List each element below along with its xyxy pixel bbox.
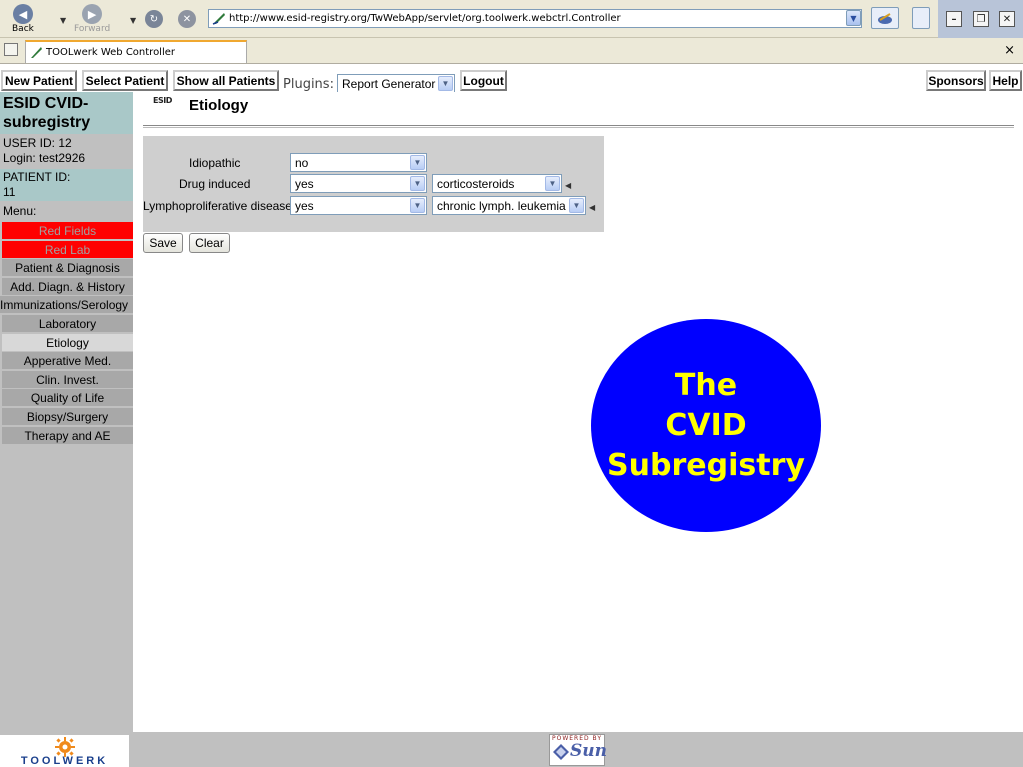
etiology-form: Idiopathic no ▼ Drug induced yes ▼ corti…: [143, 136, 604, 232]
drug-induced-select[interactable]: yes ▼: [290, 174, 427, 193]
tab-bar: TOOLwerk Web Controller ×: [0, 38, 1023, 64]
forward-history-icon[interactable]: ▼: [130, 16, 136, 25]
menu-label: Menu:: [3, 204, 37, 218]
browser-toolbar: ◀ Back ▼ ▶ Forward ▼ ↻ ✕ http://www.esid…: [0, 0, 1023, 38]
drug-detail-select[interactable]: corticosteroids ▼: [432, 174, 562, 193]
minimize-icon[interactable]: –: [946, 11, 962, 27]
banner-line3: Subregistry: [607, 447, 805, 483]
refresh-icon[interactable]: ↻: [145, 10, 163, 28]
sidebar-item-patient-diagnosis[interactable]: Patient & Diagnosis: [2, 259, 133, 276]
select-patient-button[interactable]: Select Patient: [82, 70, 168, 91]
tab-close-icon[interactable]: ×: [1004, 43, 1015, 58]
window-controls: – ❐ ✕: [938, 0, 1023, 38]
back-arrow-icon: ◀: [12, 4, 33, 24]
forward-label: Forward: [74, 24, 111, 34]
idiopathic-value: no: [295, 155, 309, 170]
main-content: ESID Etiology Idiopathic no ▼ Drug induc…: [133, 92, 1023, 732]
banner-line1: The: [674, 367, 738, 403]
sidebar-item-etiology[interactable]: Etiology: [2, 334, 133, 351]
sidebar-item-biopsy-surgery[interactable]: Biopsy/Surgery: [2, 408, 133, 425]
plugins-label: Plugins:: [283, 77, 334, 92]
chevron-down-icon: ▼: [569, 198, 584, 213]
banner-line2: CVID: [665, 407, 747, 443]
close-window-icon[interactable]: ✕: [999, 11, 1015, 27]
sidebar-item-immunizations[interactable]: Immunizations/Serology: [0, 296, 133, 313]
idiopathic-label: Idiopathic: [189, 156, 241, 170]
drug-induced-label: Drug induced: [179, 177, 251, 191]
registry-title: ESID CVID- subregistry: [0, 92, 133, 134]
page-feather-icon: [212, 13, 225, 25]
help-button[interactable]: Help: [989, 70, 1022, 91]
esid-logo: ESID: [153, 96, 172, 105]
stop-icon[interactable]: ✕: [178, 10, 196, 28]
chevron-down-icon: ▼: [410, 198, 425, 213]
restore-icon[interactable]: ❐: [973, 11, 989, 27]
address-dropdown-icon[interactable]: ▼: [846, 10, 861, 26]
plugin-select[interactable]: Report Generator ▼: [337, 74, 455, 93]
sidebar: ESID CVID- subregistry USER ID: 12 Login…: [0, 92, 133, 732]
sidebar-item-therapy-ae[interactable]: Therapy and AE: [2, 427, 133, 444]
back-button[interactable]: ◀ Back: [12, 4, 34, 34]
tab-list-icon[interactable]: [4, 43, 18, 56]
sidebar-item-add-diagn-history[interactable]: Add. Diagn. & History: [2, 278, 133, 295]
tab-feather-icon: [31, 47, 42, 58]
plugin-select-value: Report Generator: [342, 76, 436, 91]
sidebar-item-apperative-med[interactable]: Apperative Med.: [2, 352, 133, 369]
save-button[interactable]: Save: [143, 233, 183, 253]
lymphoproliferative-select[interactable]: yes ▼: [290, 196, 427, 215]
browser-tab[interactable]: TOOLwerk Web Controller: [25, 40, 247, 63]
cvid-subregistry-banner: The CVID Subregistry: [591, 319, 821, 532]
back-label: Back: [12, 24, 34, 34]
tab-title: TOOLwerk Web Controller: [46, 47, 176, 58]
drug-detail-remove-icon[interactable]: ◀: [565, 181, 571, 190]
registry-title-line1: ESID CVID-: [3, 95, 89, 112]
sidebar-item-red-fields[interactable]: Red Fields: [2, 222, 133, 239]
login-name: Login: test2926: [3, 151, 86, 165]
footer: TOOLWERK POWERED BY Sun: [0, 732, 1023, 767]
sun-logo: POWERED BY Sun: [549, 734, 607, 766]
address-bar[interactable]: http://www.esid-registry.org/TwWebApp/se…: [208, 9, 862, 28]
toolwerk-logo: TOOLWERK: [0, 735, 129, 767]
sidebar-toggle-icon[interactable]: [912, 7, 930, 29]
sidebar-item-quality-of-life[interactable]: Quality of Life: [2, 389, 133, 406]
app-nav-bar: New Patient Select Patient Show all Pati…: [0, 65, 1023, 93]
search-engine-icon[interactable]: [871, 7, 899, 29]
idiopathic-select[interactable]: no ▼: [290, 153, 427, 172]
url-text: http://www.esid-registry.org/TwWebApp/se…: [229, 13, 621, 24]
sponsors-button[interactable]: Sponsors: [926, 70, 986, 91]
new-patient-button[interactable]: New Patient: [1, 70, 77, 91]
sidebar-item-clin-invest[interactable]: Clin. Invest.: [2, 371, 133, 388]
patient-id-value: 11: [3, 185, 16, 199]
toolwerk-text: TOOLWERK: [20, 755, 109, 767]
clear-button[interactable]: Clear: [189, 233, 230, 253]
back-history-icon[interactable]: ▼: [60, 16, 66, 25]
forward-button[interactable]: ▶ Forward: [74, 4, 110, 34]
drug-detail-value: corticosteroids: [437, 176, 515, 191]
logout-button[interactable]: Logout: [460, 70, 507, 91]
chevron-down-icon: ▼: [438, 76, 453, 91]
lymphoproliferative-remove-icon[interactable]: ◀: [589, 203, 595, 212]
lymphoproliferative-detail-select[interactable]: chronic lymph. leukemia ▼: [432, 196, 586, 215]
lymphoproliferative-value: yes: [295, 198, 314, 213]
chevron-down-icon: ▼: [545, 176, 560, 191]
registry-title-line2: subregistry: [3, 114, 91, 131]
lymphoproliferative-detail-value: chronic lymph. leukemia: [437, 198, 566, 213]
show-all-patients-button[interactable]: Show all Patients: [173, 70, 279, 91]
chevron-down-icon: ▼: [410, 176, 425, 191]
drug-induced-value: yes: [295, 176, 314, 191]
patient-id-box: PATIENT ID: 11: [0, 169, 133, 201]
title-divider: [143, 125, 1014, 128]
sidebar-item-laboratory[interactable]: Laboratory: [2, 315, 133, 332]
lymphoproliferative-label: Lymphoproliferative disease: [143, 199, 292, 213]
gear-icon: [54, 737, 75, 757]
chevron-down-icon: ▼: [410, 155, 425, 170]
forward-arrow-icon: ▶: [82, 4, 103, 24]
user-id: USER ID: 12: [3, 136, 72, 150]
sidebar-item-red-lab[interactable]: Red Lab: [2, 241, 133, 258]
patient-id-label: PATIENT ID:: [3, 170, 71, 184]
page-title: Etiology: [189, 97, 249, 114]
sun-diamond-icon: [553, 744, 569, 760]
sun-text: Sun: [570, 741, 607, 761]
